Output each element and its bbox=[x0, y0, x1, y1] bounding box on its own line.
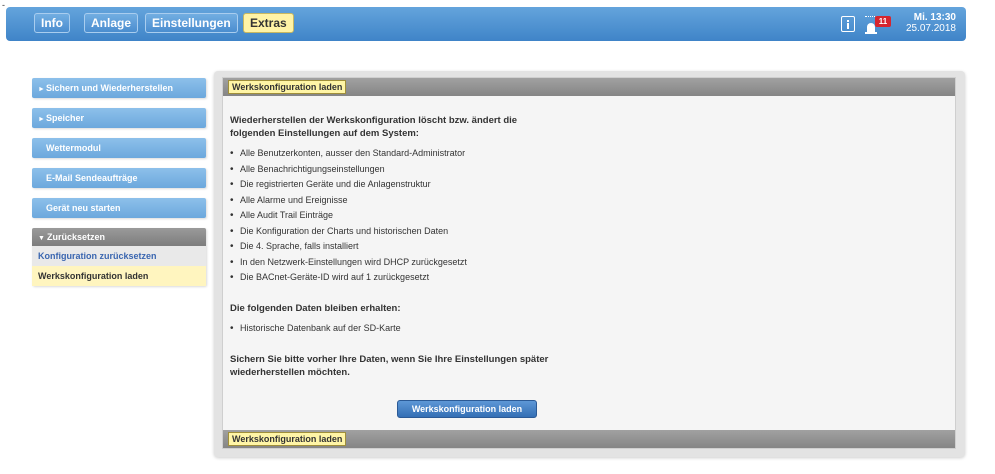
tab-einstellungen[interactable]: Einstellungen bbox=[145, 13, 238, 33]
sidebar-group-header[interactable]: ▼ Zurücksetzen bbox=[32, 228, 206, 246]
list-item: Alle Benutzerkonten, ausser den Standard… bbox=[230, 146, 950, 162]
sidebar-item-label: Wettermodul bbox=[46, 143, 101, 153]
sidebar-item-label: Gerät neu starten bbox=[46, 203, 121, 213]
corner-mark: - bbox=[2, 0, 5, 10]
panel-header: Werkskonfiguration laden bbox=[223, 78, 955, 96]
sidebar: ►Sichern und Wiederherstellen ►Speicher … bbox=[32, 78, 206, 286]
load-factory-config-button[interactable]: Werkskonfiguration laden bbox=[397, 400, 537, 418]
sidebar-group-zuruecksetzen: ▼ Zurücksetzen Konfiguration zurücksetzen… bbox=[32, 228, 206, 286]
tab-anlage[interactable]: Anlage bbox=[84, 13, 139, 33]
sidebar-item-sichern[interactable]: ►Sichern und Wiederherstellen bbox=[32, 78, 206, 98]
kept-data-title: Die folgenden Daten bleiben erhalten: bbox=[230, 302, 401, 314]
backup-note: Sichern Sie bitte vorher Ihre Daten, wen… bbox=[230, 354, 549, 378]
list-item: Historische Datenbank auf der SD-Karte bbox=[230, 321, 950, 337]
status-icons: 11 bbox=[841, 15, 903, 35]
sidebar-item-email[interactable]: E-Mail Sendeaufträge bbox=[32, 168, 206, 188]
main-panel: Werkskonfiguration laden Wiederherstelle… bbox=[214, 71, 965, 457]
list-item: Die 4. Sprache, falls installiert bbox=[230, 239, 950, 255]
top-navigation-bar: Info Anlage Einstellungen Extras 11 Mi. … bbox=[6, 7, 966, 41]
clock-time: Mi. 13:30 bbox=[913, 12, 956, 23]
alarm-icon[interactable]: 11 bbox=[865, 15, 895, 35]
list-item: Die BACnet-Geräte-ID wird auf 1 zurückge… bbox=[230, 270, 950, 286]
sidebar-item-label: E-Mail Sendeaufträge bbox=[46, 173, 138, 183]
sidebar-item-werkskonfiguration-laden[interactable]: Werkskonfiguration laden bbox=[32, 266, 206, 286]
clock-date: 25.07.2018 bbox=[905, 23, 956, 34]
sidebar-group-label: Zurücksetzen bbox=[47, 232, 106, 242]
alarm-count-badge: 11 bbox=[875, 16, 891, 27]
panel-content: Werkskonfiguration laden Wiederherstelle… bbox=[222, 77, 956, 449]
chevron-right-icon: ► bbox=[38, 116, 45, 123]
tab-info[interactable]: Info bbox=[34, 13, 70, 33]
intro-text: Wiederherstellen der Werkskonfiguration … bbox=[230, 115, 518, 139]
list-item: Alle Benachrichtigungseinstellungen bbox=[230, 162, 950, 178]
sidebar-item-speicher[interactable]: ►Speicher bbox=[32, 108, 206, 128]
sidebar-item-wettermodul[interactable]: Wettermodul bbox=[32, 138, 206, 158]
kept-data-list: Historische Datenbank auf der SD-Karte bbox=[230, 321, 950, 337]
sidebar-item-label: Sichern und Wiederherstellen bbox=[46, 83, 173, 93]
changes-list: Alle Benutzerkonten, ausser den Standard… bbox=[230, 146, 950, 286]
info-icon[interactable] bbox=[841, 16, 855, 32]
list-item: Die registrierten Geräte und die Anlagen… bbox=[230, 177, 950, 193]
tab-extras[interactable]: Extras bbox=[243, 13, 294, 33]
list-item: Alle Alarme und Ereignisse bbox=[230, 193, 950, 209]
panel-body: Wiederherstellen der Werkskonfiguration … bbox=[230, 114, 950, 379]
list-item: In den Netzwerk-Einstellungen wird DHCP … bbox=[230, 255, 950, 271]
panel-footer: Werkskonfiguration laden bbox=[223, 430, 955, 448]
panel-footer-title: Werkskonfiguration laden bbox=[228, 432, 347, 446]
sidebar-item-neustart[interactable]: Gerät neu starten bbox=[32, 198, 206, 218]
sidebar-item-label: Speicher bbox=[46, 113, 85, 123]
list-item: Alle Audit Trail Einträge bbox=[230, 208, 950, 224]
clock: Mi. 13:30 25.07.2018 bbox=[906, 12, 956, 34]
panel-header-title: Werkskonfiguration laden bbox=[228, 80, 347, 94]
chevron-right-icon: ► bbox=[38, 86, 45, 93]
list-item: Die Konfiguration der Charts und histori… bbox=[230, 224, 950, 240]
sidebar-item-konfiguration-zuruecksetzen[interactable]: Konfiguration zurücksetzen bbox=[32, 246, 206, 266]
